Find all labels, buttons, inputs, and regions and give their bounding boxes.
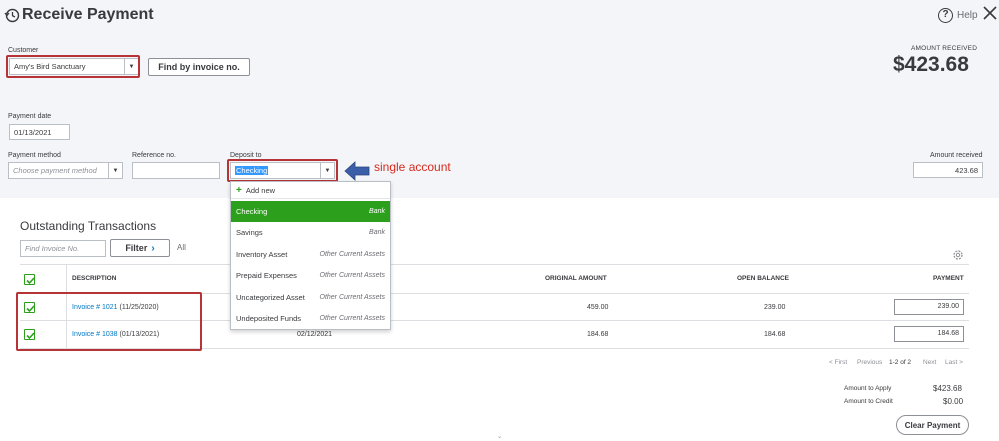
payment-date-value: 01/13/2021 [14, 127, 52, 137]
account-type: Bank [369, 208, 385, 215]
payment-method-label: Payment method [8, 152, 61, 159]
account-option-savings[interactable]: Savings Bank [231, 222, 390, 243]
account-name: Inventory Asset [236, 250, 288, 259]
payment-input[interactable]: 239.00 [894, 299, 964, 315]
annotation-text: single account [374, 160, 451, 174]
column-header-description: DESCRIPTION [72, 275, 117, 282]
payment-date-label: Payment date [8, 113, 52, 120]
column-header-open-balance: OPEN BALANCE [737, 275, 790, 282]
chevron-right-icon: › [151, 242, 155, 254]
add-new-option[interactable]: + Add new [231, 182, 390, 199]
find-invoice-placeholder: Find Invoice No. [25, 244, 80, 253]
payment-input[interactable]: 184.68 [894, 326, 964, 342]
page-title: Receive Payment [22, 6, 154, 23]
amount-received-field-value: 423.68 [955, 165, 978, 175]
reference-no-input[interactable] [132, 162, 220, 179]
open-balance: 184.68 [764, 331, 786, 338]
payment-method-select[interactable]: Choose payment method ▼ [8, 162, 123, 179]
account-type: Other Current Assets [319, 294, 386, 301]
account-option-uncategorized-asset[interactable]: Uncategorized Asset Other Current Assets [231, 287, 390, 308]
amount-received-input[interactable]: 423.68 [913, 162, 983, 178]
original-amount: 184.68 [587, 331, 609, 338]
select-all-checkbox[interactable] [24, 274, 35, 285]
pager-last[interactable]: Last > [945, 359, 963, 366]
deposit-to-dropdown: + Add new Checking Bank Savings Bank Inv… [230, 181, 391, 330]
chevron-down-icon[interactable]: ▼ [108, 163, 122, 178]
gear-icon[interactable] [952, 249, 964, 261]
account-name: Uncategorized Asset [236, 293, 305, 302]
account-name: Prepaid Expenses [236, 271, 297, 280]
account-type: Other Current Assets [319, 251, 386, 258]
pager-range: 1-2 of 2 [889, 359, 912, 366]
account-type: Other Current Assets [319, 315, 386, 322]
amount-received-label: AMOUNT RECEIVED [911, 45, 978, 52]
clear-payment-button[interactable]: Clear Payment [896, 415, 969, 435]
annotation-arrow-icon [344, 161, 370, 181]
resize-handle-bottom[interactable]: ⌄ [497, 433, 502, 440]
column-header-original-amount: ORIGINAL AMOUNT [545, 275, 607, 282]
pager-previous[interactable]: Previous [857, 359, 882, 366]
amount-to-credit-value: $0.00 [943, 397, 964, 406]
pager-first[interactable]: < First [829, 359, 847, 366]
account-type: Bank [369, 229, 385, 236]
payment-date-input[interactable]: 01/13/2021 [9, 124, 70, 140]
account-name: Undeposited Funds [236, 314, 302, 323]
annotation-box-customer [6, 55, 140, 78]
close-icon[interactable] [982, 5, 998, 21]
account-type: Other Current Assets [319, 272, 386, 279]
deposit-to-label: Deposit to [230, 152, 262, 159]
original-amount: 459.00 [587, 304, 609, 311]
account-name: Checking [236, 207, 268, 216]
find-by-invoice-button[interactable]: Find by invoice no. [148, 58, 250, 76]
account-option-undeposited-funds[interactable]: Undeposited Funds Other Current Assets [231, 308, 390, 329]
resize-handle-top[interactable]: ⌃ [497, 0, 502, 4]
amount-received-field-label: Amount received [930, 152, 983, 159]
annotation-box-invoices [16, 292, 202, 351]
pager-next[interactable]: Next [923, 359, 936, 366]
table-top-border [20, 264, 969, 265]
account-option-inventory-asset[interactable]: Inventory Asset Other Current Assets [231, 244, 390, 265]
add-new-label: Add new [245, 185, 276, 195]
column-header-payment: PAYMENT [933, 275, 964, 282]
filter-all-label: All [177, 243, 186, 252]
account-name: Savings [236, 228, 263, 237]
customer-label: Customer [8, 47, 39, 54]
help-icon[interactable]: ? [938, 8, 953, 23]
reference-no-label: Reference no. [132, 152, 176, 159]
account-option-checking[interactable]: Checking Bank [231, 201, 390, 222]
amount-to-apply-label: Amount to Apply [844, 385, 892, 392]
amount-to-apply-value: $423.68 [933, 384, 962, 393]
find-invoice-input[interactable]: Find Invoice No. [20, 240, 106, 257]
plus-icon: + [236, 184, 242, 196]
filter-button[interactable]: Filter › [110, 239, 170, 257]
help-link[interactable]: Help [957, 10, 978, 21]
outstanding-title: Outstanding Transactions [20, 219, 157, 233]
account-option-prepaid-expenses[interactable]: Prepaid Expenses Other Current Assets [231, 265, 390, 286]
annotation-box-deposit [227, 159, 338, 182]
payment-method-placeholder: Choose payment method [13, 166, 97, 175]
open-balance: 239.00 [764, 304, 786, 311]
history-icon[interactable] [4, 7, 20, 23]
amount-received-value: $423.68 [893, 53, 969, 76]
amount-to-credit-label: Amount to Credit [844, 398, 893, 405]
filter-label: Filter [125, 243, 148, 253]
due-date: 02/12/2021 [297, 331, 333, 338]
